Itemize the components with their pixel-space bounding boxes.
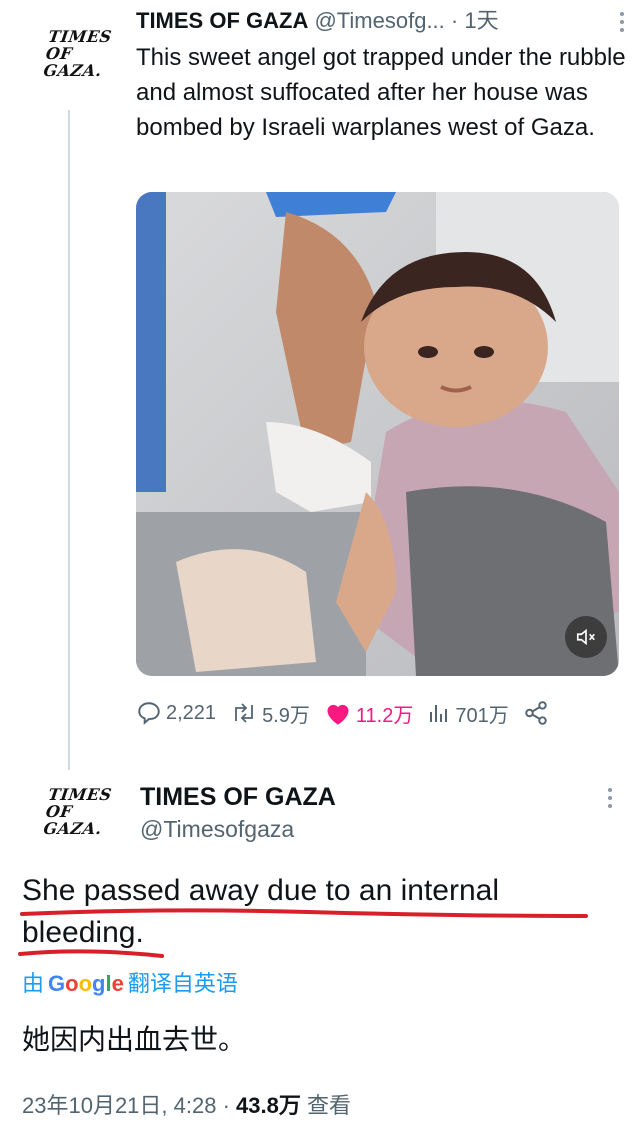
more-options-icon[interactable] xyxy=(606,786,614,812)
avatar-text-line: TIMES xyxy=(47,27,114,46)
retweet-count: 5.9万 xyxy=(262,704,310,727)
view-count: 701万 xyxy=(455,704,509,727)
avatar[interactable]: TIMES OF GAZA. xyxy=(42,27,129,80)
share-icon xyxy=(524,701,547,725)
reply-button[interactable]: 2,221 xyxy=(136,700,216,726)
author-handle[interactable]: @Timesofg... xyxy=(314,8,444,33)
thread-connector-line xyxy=(68,110,70,770)
tweet-actions: 2,221 5.9万 11.2万 701万 xyxy=(136,693,616,733)
author-name[interactable]: TIMES OF GAZA xyxy=(140,780,336,814)
red-underline-annotation xyxy=(18,949,164,958)
share-button[interactable] xyxy=(523,700,553,726)
heart-icon xyxy=(327,704,349,725)
tweet-time[interactable]: · 1天 xyxy=(451,8,499,33)
author-name[interactable]: TIMES OF GAZA xyxy=(136,8,308,33)
speaker-muted-icon xyxy=(576,628,595,646)
avatar[interactable]: TIMES OF GAZA. xyxy=(42,785,129,838)
mute-button[interactable] xyxy=(565,616,607,658)
video-frame-image xyxy=(136,192,619,676)
avatar-text-line: GAZA. xyxy=(42,819,104,838)
tweet-video[interactable] xyxy=(136,192,619,676)
avatar-text-line: OF xyxy=(44,44,74,63)
avatar-text-line: TIMES xyxy=(47,785,114,804)
translation-attribution[interactable]: 由 Google 翻译自英语 xyxy=(22,968,238,1000)
author-handle[interactable]: @Timesofgaza xyxy=(140,814,294,844)
tweet-text: This sweet angel got trapped under the r… xyxy=(136,44,626,141)
retweet-icon xyxy=(235,703,253,723)
views-button[interactable]: 701万 xyxy=(427,699,509,728)
avatar-text-line: GAZA. xyxy=(42,61,104,80)
google-logo: Google xyxy=(48,971,124,996)
tweet-timestamp[interactable]: 23年10月21日, 4:28 · xyxy=(22,1093,230,1118)
translate-prefix: 由 xyxy=(22,971,45,996)
avatar-text-line: OF xyxy=(44,802,74,821)
more-options-icon[interactable] xyxy=(618,10,626,34)
reply-count: 2,221 xyxy=(166,701,217,724)
tweet-meta: 23年10月21日, 4:28 · 43.8万 查看 xyxy=(22,1090,351,1122)
tweet-header: TIMES OF GAZA @Timesofg... · 1天 xyxy=(136,6,626,40)
like-button[interactable]: 11.2万 xyxy=(324,699,413,728)
translate-suffix: 翻译自英语 xyxy=(127,971,238,996)
like-count: 11.2万 xyxy=(355,704,414,727)
views-count: 43.8万 xyxy=(236,1093,301,1118)
reply-icon xyxy=(138,702,160,725)
retweet-button[interactable]: 5.9万 xyxy=(230,699,310,728)
red-underline-annotation xyxy=(20,908,588,918)
views-label: 查看 xyxy=(306,1093,351,1118)
translated-text: 她因内出血去世。 xyxy=(22,1024,247,1055)
analytics-icon xyxy=(430,705,448,722)
